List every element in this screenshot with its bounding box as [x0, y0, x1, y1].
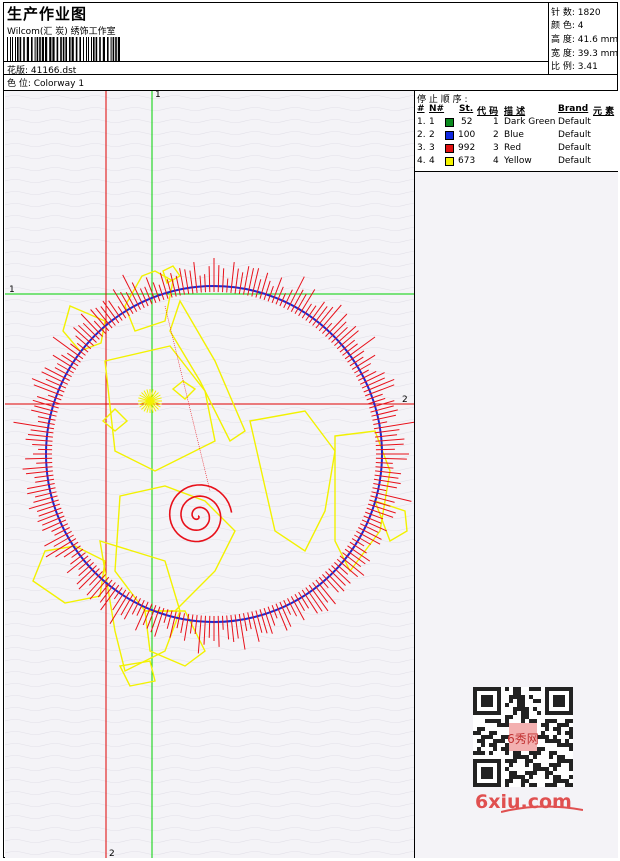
col-header-needle: N# — [429, 104, 445, 114]
stop-sequence-table: 停 止 顺 序 : # N# St. 代 码 描 述 Brand 元 素 1. … — [415, 91, 618, 172]
row-index: 2. — [417, 130, 426, 140]
stitch-count: 针 数: 1820 — [551, 8, 601, 18]
row-stitches: 992 — [458, 143, 476, 153]
row-description: Blue — [504, 130, 524, 140]
specs-box: 针 数: 1820 颜 色: 4 高 度: 41.6 mm 宽 度: 39.3 … — [548, 3, 618, 75]
guide-label-red-right: 2 — [402, 395, 408, 405]
col-header-description: 描 述 — [504, 107, 526, 117]
row-code: 3 — [493, 143, 499, 153]
guide-label-red-bottom: 2 — [109, 849, 115, 859]
color-swatch — [445, 131, 454, 140]
row-code: 2 — [493, 130, 499, 140]
table-row: 4. 4 673 4 Yellow Default — [415, 156, 618, 169]
row-needle: 3 — [429, 143, 435, 153]
row-brand: Default — [558, 156, 591, 166]
row-index: 4. — [417, 156, 426, 166]
row-stitches: 100 — [458, 130, 476, 140]
header-divider — [4, 61, 549, 62]
row-code: 4 — [493, 156, 499, 166]
yellow-sunburst — [138, 389, 162, 413]
color-swatch — [445, 144, 454, 153]
guide-label-green-left: 1 — [9, 285, 15, 295]
barcode-image — [7, 37, 120, 61]
qr-center-logo: 6秀网 — [507, 732, 539, 746]
guide-label-green-top: 1 — [155, 90, 161, 100]
row-needle: 2 — [429, 130, 435, 140]
col-header-code: 代 码 — [477, 107, 499, 117]
table-row: 2. 2 100 2 Blue Default — [415, 130, 618, 143]
qr-code-icon: 6秀网 — [473, 687, 573, 787]
colorway-label: 色 位: Colorway 1 — [7, 79, 85, 89]
col-header-element: 元 素 — [593, 107, 615, 117]
row-stitches: 52 — [461, 117, 473, 127]
row-brand: Default — [558, 143, 591, 153]
watermark-swoosh — [501, 805, 583, 813]
production-sheet: 生产作业图 Wilcom(汇 炭) 绣饰工作室 花版: 41166.dst 色 … — [3, 2, 618, 859]
color-swatch — [445, 118, 454, 127]
color-count: 颜 色: 4 — [551, 21, 584, 31]
company-name: Wilcom(汇 炭) 绣饰工作室 — [7, 27, 116, 37]
row-index: 3. — [417, 143, 426, 153]
row-description: Dark Green — [504, 117, 556, 127]
header-divider — [4, 74, 549, 75]
row-brand: Default — [558, 117, 591, 127]
embroidery-preview — [5, 91, 414, 858]
table-row: 1. 1 52 1 Dark Green Default — [415, 117, 618, 130]
design-height: 高 度: 41.6 mm — [551, 35, 619, 45]
design-canvas[interactable]: 1 1 2 2 — [5, 90, 414, 859]
col-header-index: # — [417, 104, 425, 114]
col-header-brand: Brand — [558, 104, 589, 114]
color-swatch — [445, 157, 454, 166]
sheet-title: 生产作业图 — [7, 5, 88, 23]
row-index: 1. — [417, 117, 426, 127]
row-brand: Default — [558, 130, 591, 140]
table-row: 3. 3 992 3 Red Default — [415, 143, 618, 156]
design-width: 宽 度: 39.3 mm — [551, 49, 619, 59]
right-panel: 停 止 顺 序 : # N# St. 代 码 描 述 Brand 元 素 1. … — [414, 91, 618, 858]
sheet-header: 生产作业图 Wilcom(汇 炭) 绣饰工作室 花版: 41166.dst 色 … — [4, 3, 618, 91]
row-needle: 4 — [429, 156, 435, 166]
row-description: Yellow — [504, 156, 532, 166]
row-stitches: 673 — [458, 156, 476, 166]
row-code: 1 — [493, 117, 499, 127]
col-header-stitches: St. — [459, 104, 474, 114]
row-needle: 1 — [429, 117, 435, 127]
scale-ratio: 比 例: 3.41 — [551, 62, 598, 72]
row-description: Red — [504, 143, 522, 153]
